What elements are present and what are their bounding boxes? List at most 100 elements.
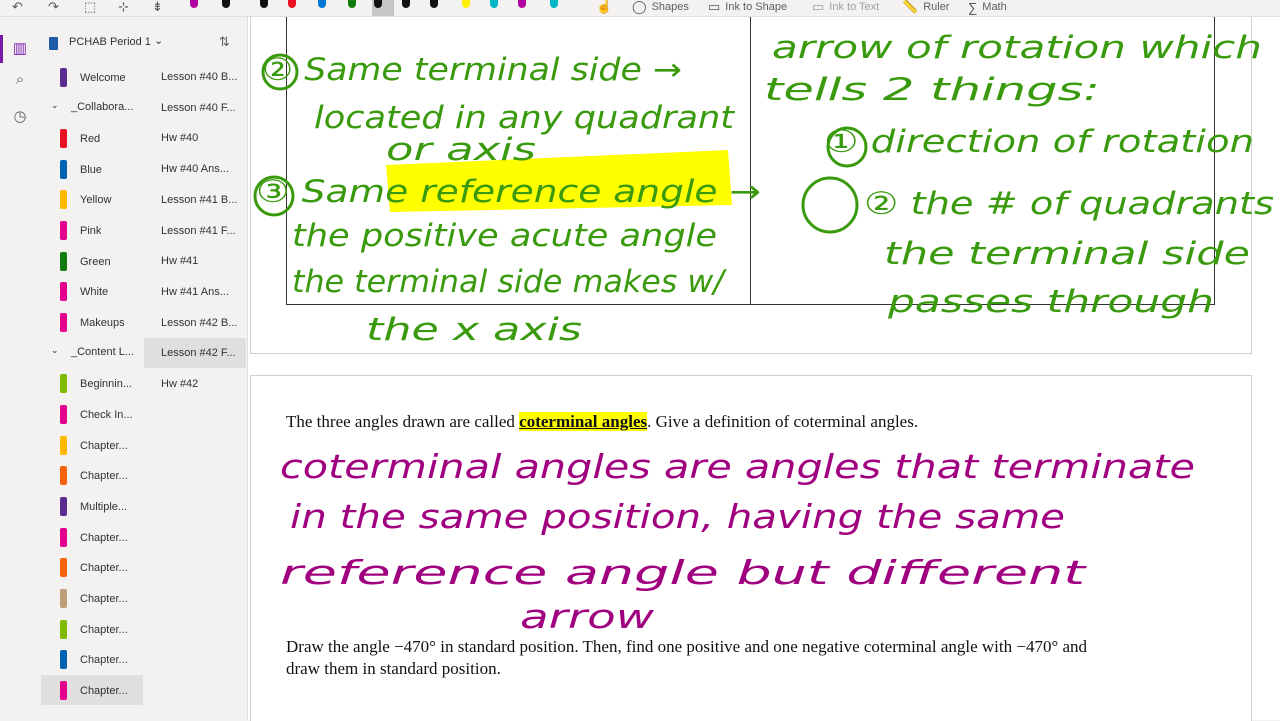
pen-10[interactable] bbox=[460, 0, 472, 12]
section-item[interactable]: Chapter... bbox=[41, 644, 143, 674]
redo-icon: ↷ bbox=[48, 0, 59, 14]
section-item[interactable]: Check In... bbox=[41, 399, 143, 429]
section-label: Chapter... bbox=[80, 470, 128, 482]
pen-11[interactable] bbox=[488, 0, 500, 12]
section-item[interactable]: Yellow bbox=[41, 184, 143, 214]
section-item[interactable]: Chapter... bbox=[41, 522, 143, 552]
pen-13[interactable] bbox=[548, 0, 560, 12]
recent-icon[interactable]: ◷ bbox=[10, 107, 30, 127]
notes-table[interactable] bbox=[286, 17, 1215, 305]
pen-2[interactable] bbox=[220, 0, 232, 12]
section-item[interactable]: Chapter... bbox=[41, 675, 143, 705]
page-label: Hw #40 bbox=[161, 132, 199, 145]
touch-draw-button[interactable]: ☝ bbox=[596, 0, 617, 16]
section-label: Blue bbox=[80, 164, 103, 176]
section-label: Chapter... bbox=[80, 685, 128, 697]
section-item[interactable]: Multiple... bbox=[41, 491, 143, 521]
section-label: Welcome bbox=[80, 72, 126, 84]
section-item[interactable]: White bbox=[41, 276, 143, 306]
section-item[interactable]: Welcome bbox=[41, 62, 143, 92]
section-item[interactable]: Chapter... bbox=[41, 460, 143, 490]
add-space-button[interactable]: ⊹ bbox=[118, 0, 134, 16]
hand-icon: ☝ bbox=[596, 0, 613, 14]
chevron-down-icon[interactable]: ⌄ bbox=[51, 100, 59, 111]
section-label: Yellow bbox=[80, 194, 112, 206]
page-item[interactable]: Hw #40 bbox=[144, 123, 246, 153]
section-item[interactable]: Green bbox=[41, 246, 143, 276]
pen-icon bbox=[260, 0, 268, 8]
pen-12[interactable] bbox=[516, 0, 528, 12]
pen-icon bbox=[518, 0, 526, 8]
page-item[interactable]: Lesson #40 B... bbox=[144, 62, 246, 92]
section-item[interactable]: Blue bbox=[41, 154, 143, 184]
search-icon[interactable]: ⌕ bbox=[10, 70, 30, 90]
shapes-button[interactable]: ◯ Shapes bbox=[632, 0, 689, 16]
section-color-tab bbox=[60, 129, 67, 148]
ink-to-shape-label: Ink to Shape bbox=[725, 1, 788, 13]
page-label: Lesson #41 B... bbox=[161, 193, 238, 206]
section-group[interactable]: ⌄ _Content L... bbox=[41, 337, 143, 367]
lasso-icon: ⬚ bbox=[84, 0, 97, 14]
page-item[interactable]: Lesson #40 F... bbox=[144, 93, 246, 123]
section-color-tab bbox=[60, 466, 67, 485]
pen-9[interactable] bbox=[428, 0, 440, 12]
ink-to-text-label: Ink to Text bbox=[829, 1, 880, 13]
math-icon: ∑ bbox=[968, 0, 978, 15]
pen-6[interactable] bbox=[346, 0, 358, 12]
section-color-tab bbox=[60, 374, 67, 393]
pen-icon bbox=[374, 0, 382, 8]
page-label: Hw #41 Ans... bbox=[161, 285, 229, 298]
page-item[interactable]: Lesson #41 B... bbox=[144, 185, 246, 215]
page-label: Lesson #42 B... bbox=[161, 316, 238, 329]
active-indicator bbox=[0, 35, 3, 63]
section-group[interactable]: ⌄ _Collabora... bbox=[41, 92, 143, 122]
pen-7[interactable] bbox=[372, 0, 394, 16]
section-item[interactable]: Pink bbox=[41, 215, 143, 245]
page-label: Hw #41 bbox=[161, 255, 199, 268]
ruler-button[interactable]: 📏 Ruler bbox=[902, 0, 949, 16]
page-item[interactable]: Hw #40 Ans... bbox=[144, 154, 246, 184]
ink-to-shape-button[interactable]: ▭ Ink to Shape bbox=[708, 0, 787, 16]
page-item[interactable]: Lesson #41 F... bbox=[144, 216, 246, 246]
section-label: Red bbox=[80, 133, 101, 145]
page-item[interactable]: Hw #41 Ans... bbox=[144, 277, 246, 307]
section-color-tab bbox=[60, 405, 67, 424]
question-draw-line2: draw them in standard position. bbox=[286, 659, 501, 678]
notebooks-icon[interactable]: ▥ bbox=[10, 39, 30, 59]
ink-to-text-button[interactable]: ▭ Ink to Text bbox=[812, 0, 879, 16]
undo-button[interactable]: ↶ bbox=[12, 0, 28, 16]
section-color-tab bbox=[60, 221, 67, 240]
section-item[interactable]: Chapter... bbox=[41, 583, 143, 613]
pen-5[interactable] bbox=[316, 0, 328, 12]
page-item[interactable]: Hw #42 bbox=[144, 369, 246, 399]
pen-1[interactable] bbox=[188, 0, 200, 12]
pen-icon bbox=[222, 0, 230, 8]
section-label: Chapter... bbox=[80, 593, 128, 605]
section-color-tab bbox=[60, 589, 67, 608]
section-item[interactable]: Chapter... bbox=[41, 430, 143, 460]
section-item[interactable]: Beginnin... bbox=[41, 368, 143, 398]
chevron-down-icon[interactable]: ⌄ bbox=[51, 345, 59, 356]
pen-3[interactable] bbox=[258, 0, 270, 12]
math-label: Math bbox=[982, 1, 1007, 13]
page-label: Lesson #40 B... bbox=[161, 71, 238, 83]
chevron-down-icon[interactable]: ⌄ bbox=[154, 34, 163, 47]
page-item[interactable]: Hw #41 bbox=[144, 246, 246, 276]
section-color-tab bbox=[60, 681, 67, 700]
math-button[interactable]: ∑ Math bbox=[968, 0, 1007, 16]
section-item[interactable]: Red bbox=[41, 123, 143, 153]
section-item[interactable]: Chapter... bbox=[41, 552, 143, 582]
section-item[interactable]: Makeups bbox=[41, 307, 143, 337]
section-item[interactable]: Chapter... bbox=[41, 614, 143, 644]
notebook-title: PCHAB Period 1 bbox=[69, 36, 151, 48]
page-label: Lesson #42 F... bbox=[161, 347, 236, 360]
lasso-select-button[interactable]: ⬚ bbox=[84, 0, 101, 16]
page-item[interactable]: Lesson #42 B... bbox=[144, 308, 246, 338]
insert-space-button[interactable]: ⇟ bbox=[152, 0, 168, 16]
pen-8[interactable] bbox=[400, 0, 412, 12]
page-item[interactable]: Lesson #42 F... bbox=[144, 338, 246, 369]
sort-icon[interactable]: ⇅ bbox=[219, 34, 230, 50]
redo-button[interactable]: ↷ bbox=[48, 0, 64, 16]
ruler-label: Ruler bbox=[923, 1, 950, 13]
pen-4[interactable] bbox=[286, 0, 298, 12]
